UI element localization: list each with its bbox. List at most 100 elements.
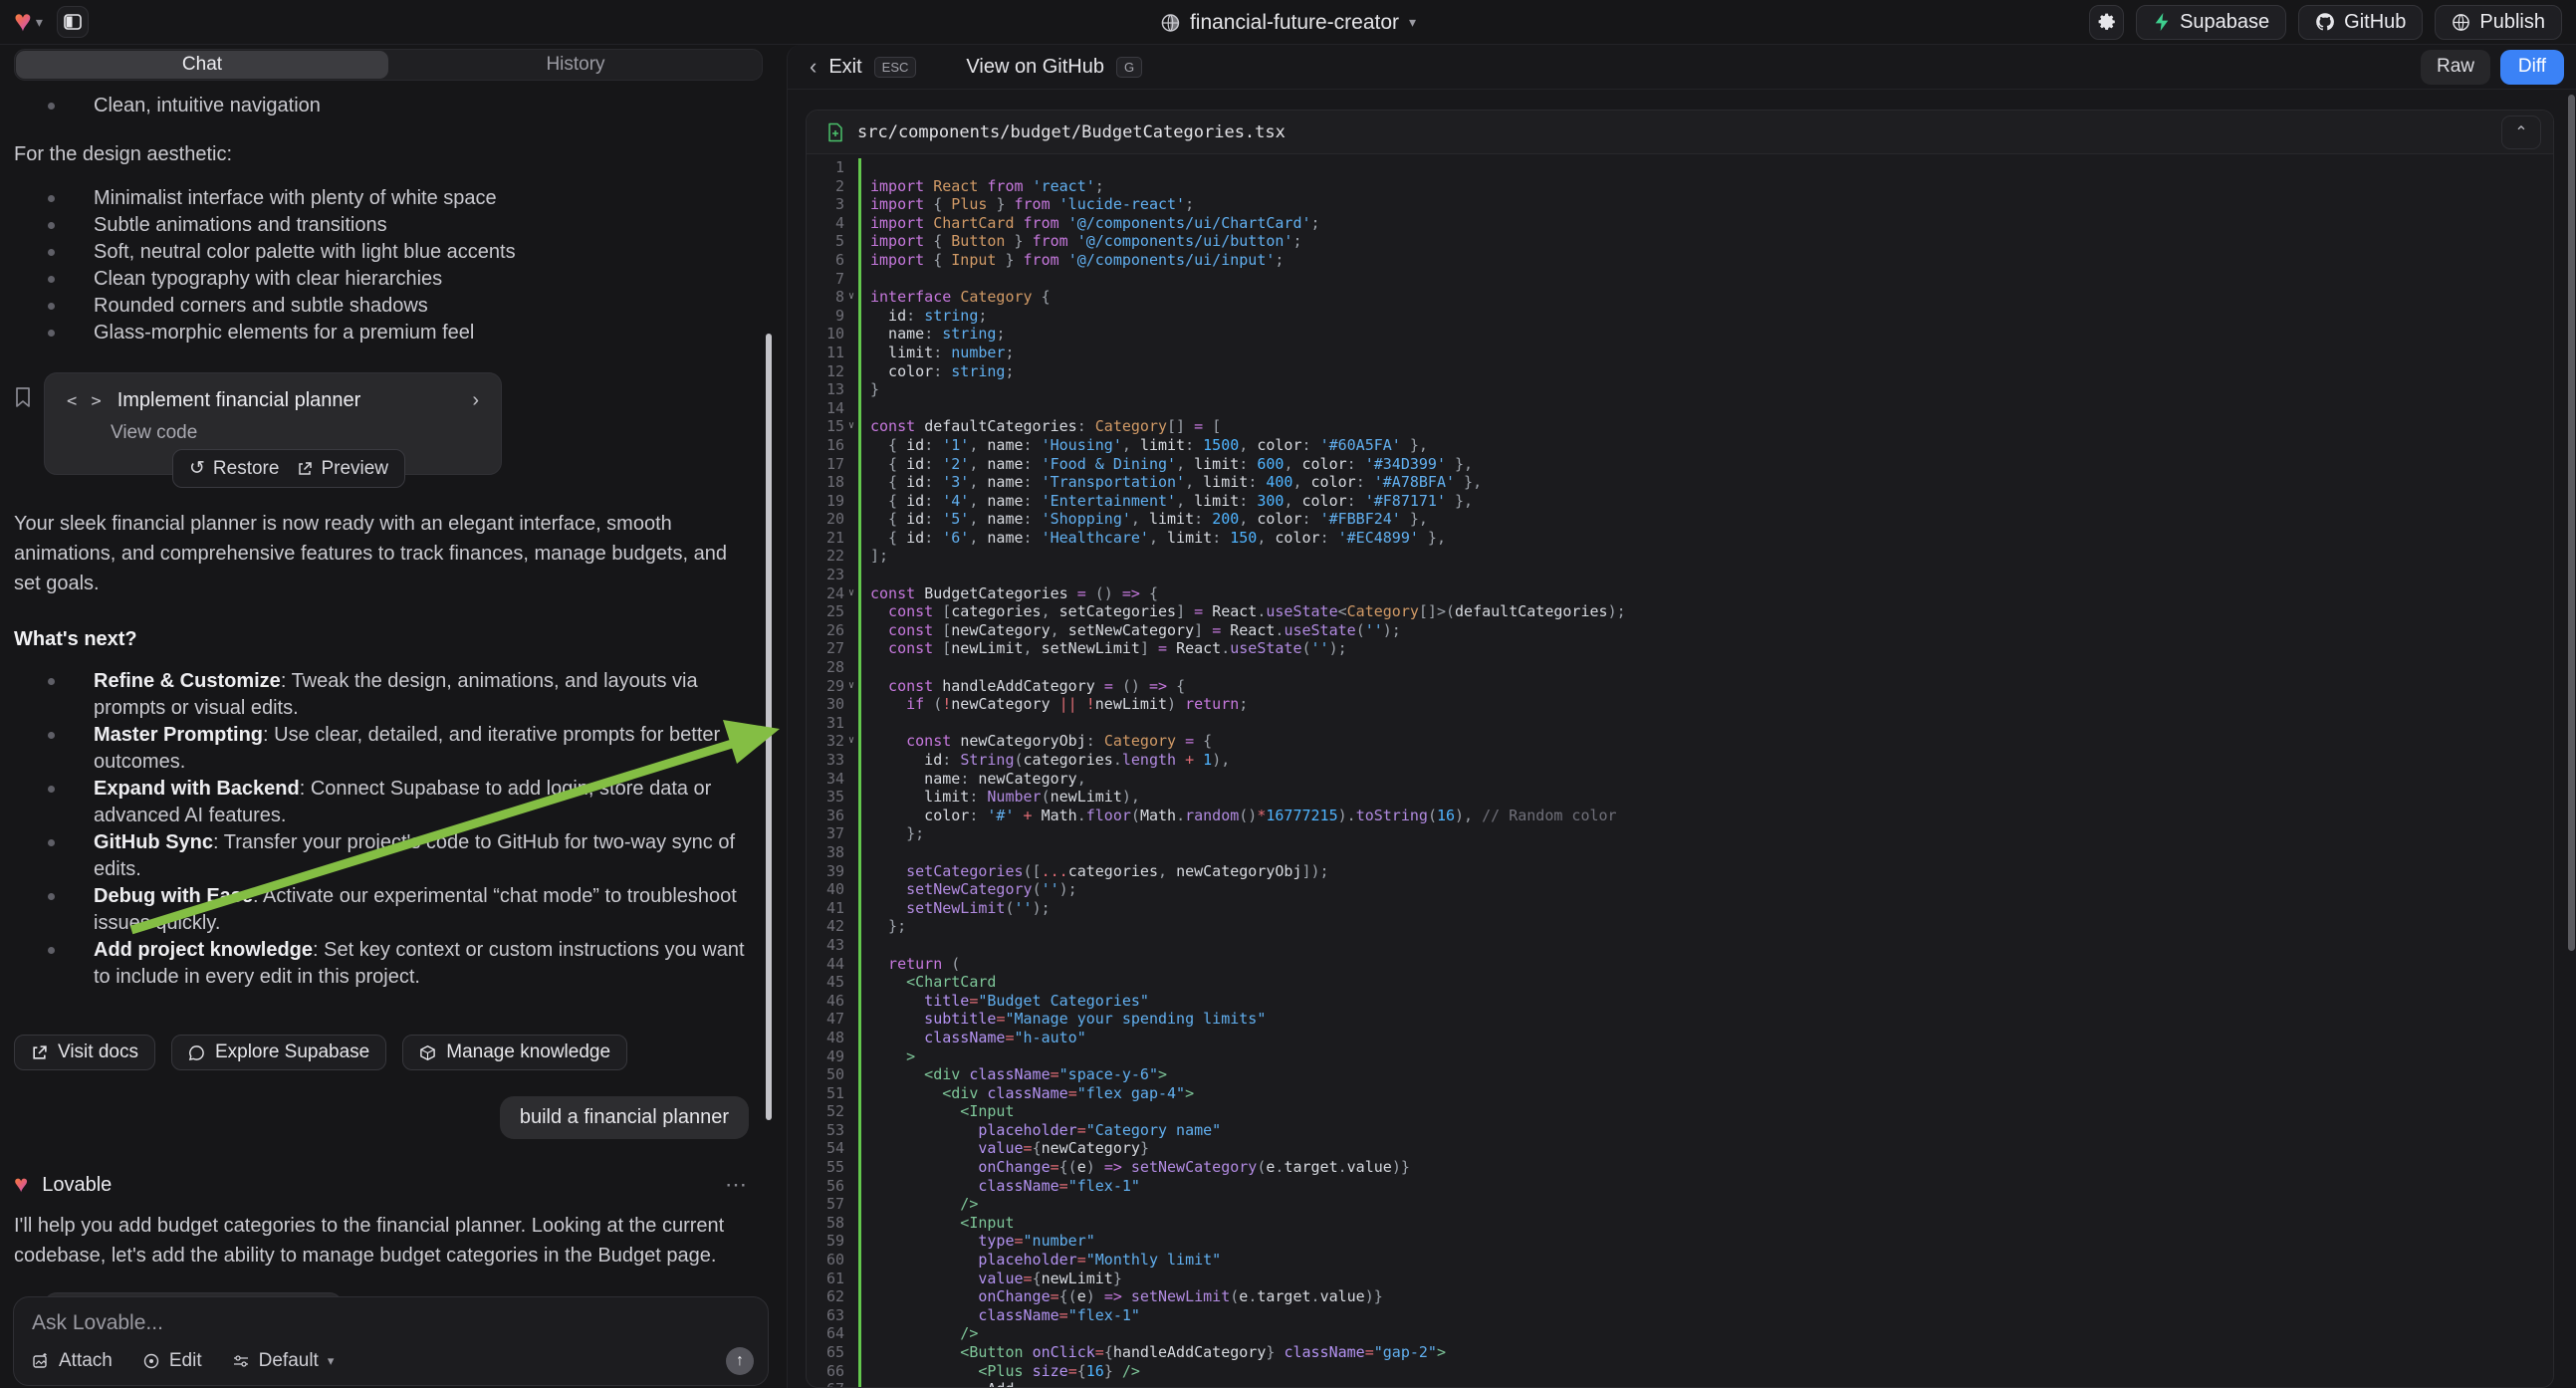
github-icon [2315,12,2335,32]
code-line: 63 className="flex-1" [807,1306,2553,1325]
whats-next-heading: What's next? [14,624,749,654]
target-icon [142,1352,160,1370]
attach-button[interactable]: Attach [32,1350,113,1372]
file-bar[interactable]: src/components/budget/BudgetCategories.t… [807,111,2553,154]
toggle-sidebar-button[interactable] [57,6,89,38]
panel-left-icon [63,12,83,32]
fold-toggle[interactable]: ∨ [844,288,858,307]
diff-toggle-button[interactable]: Diff [2500,50,2564,85]
settings-button[interactable] [2089,5,2124,40]
code-line: 47 subtitle="Manage your spending limits… [807,1010,2553,1029]
code-scrollbar[interactable] [2568,95,2575,951]
list-item: Master Prompting: Use clear, detailed, a… [14,722,749,776]
list-item: Rounded corners and subtle shadows [14,293,749,320]
code-line: 9 id: string; [807,307,2553,326]
fold-toggle[interactable]: ∨ [844,417,858,436]
list-item: Clean typography with clear hierarchies [14,266,749,293]
code-line: 21 { id: '6', name: 'Healthcare', limit:… [807,529,2553,548]
code-line: 42 }; [807,917,2553,936]
chevron-right-icon[interactable]: › [472,389,479,412]
visit-docs-button[interactable]: Visit docs [14,1035,155,1070]
chat-scrollbar[interactable] [766,334,772,1120]
code-line: 59 type="number" [807,1232,2553,1251]
exit-button[interactable]: Exit [828,56,861,79]
tab-history[interactable]: History [389,50,762,80]
code-line: 18 { id: '3', name: 'Transportation', li… [807,473,2553,492]
supabase-button[interactable]: Supabase [2136,5,2286,40]
view-on-github-button[interactable]: View on GitHub [966,56,1104,79]
chat-input-placeholder[interactable]: Ask Lovable... [32,1311,750,1335]
list-item: Minimalist interface with plenty of whit… [14,185,749,212]
code-line: 43 [807,936,2553,955]
send-button[interactable]: ↑ [726,1347,754,1375]
code-line: 28 [807,658,2553,677]
code-line: 52 <Input [807,1102,2553,1121]
chat-action-buttons: Visit docs Explore Supabase Manage knowl… [14,1035,749,1070]
version-card-implement-financial-planner[interactable]: < > Implement financial planner › View c… [44,372,502,475]
code-line: 14 [807,399,2553,418]
file-card: src/components/budget/BudgetCategories.t… [806,110,2554,1388]
code-line: 45 <ChartCard [807,973,2553,992]
g-key-hint: G [1116,57,1142,78]
list-item: GitHub Sync: Transfer your project's cod… [14,829,749,883]
code-line: 6import { Input } from '@/components/ui/… [807,251,2553,270]
chat-panel: Chat History Clean, intuitive navigation… [0,45,776,1388]
view-code-link[interactable]: View code [111,422,479,444]
topbar: ♥ ▾ financial-future-creator ▾ Supabase … [0,0,2576,45]
code-line: 32∨ const newCategoryObj: Category = { [807,732,2553,751]
logo-chevron-down-icon[interactable]: ▾ [36,14,43,31]
code-viewer-panel: ‹ Exit ESC View on GitHub G Raw Diff src… [787,45,2576,1388]
code-card-row-1: < > Implement financial planner › View c… [14,372,749,475]
list-item: Glass-morphic elements for a premium fee… [14,320,749,347]
code-line: 2import React from 'react'; [807,177,2553,196]
preview-button[interactable]: Preview [297,458,388,480]
restore-button[interactable]: ↺Restore [189,457,279,480]
assistant-header: ♥ Lovable ⋯ [14,1171,749,1199]
chevron-down-icon: ▾ [328,1353,335,1369]
code-line: 5import { Button } from '@/components/ui… [807,232,2553,251]
external-link-icon [31,1044,48,1061]
lovable-logo-heart-icon[interactable]: ♥ [14,7,32,37]
message-options-button[interactable]: ⋯ [725,1172,749,1198]
list-item: Refine & Customize: Tweak the design, an… [14,668,749,722]
fold-toggle[interactable]: ∨ [844,677,858,696]
explore-supabase-button[interactable]: Explore Supabase [171,1035,386,1070]
file-path: src/components/budget/BudgetCategories.t… [857,122,1286,142]
fold-toggle[interactable]: ∨ [844,732,858,751]
code-line: 11 limit: number; [807,344,2553,362]
manage-knowledge-button[interactable]: Manage knowledge [402,1035,627,1070]
code-line: 17 { id: '2', name: 'Food & Dining', lim… [807,455,2553,474]
code-line: 22]; [807,547,2553,566]
supabase-bolt-icon [2153,12,2171,32]
code-line: 20 { id: '5', name: 'Shopping', limit: 2… [807,510,2553,529]
code-line: 41 setNewLimit(''); [807,899,2553,918]
code-line: 23 [807,566,2553,584]
list-item: Clean, intuitive navigation [14,93,749,119]
chat-input-box[interactable]: Ask Lovable... Attach Edit Default ▾ ↑ [13,1296,769,1386]
user-message-1: build a financial planner [500,1096,749,1139]
code-line: 4import ChartCard from '@/components/ui/… [807,214,2553,233]
publish-button[interactable]: Publish [2435,5,2562,40]
package-icon [419,1044,436,1061]
code-icon: < > [67,391,104,411]
project-switcher[interactable]: financial-future-creator ▾ [1160,0,1416,45]
tab-chat[interactable]: Chat [16,51,388,79]
edit-button[interactable]: Edit [142,1350,202,1372]
chevron-left-icon: ‹ [810,54,817,80]
fold-toggle[interactable]: ∨ [844,584,858,603]
code-area[interactable]: 1 2import React from 'react';3import { P… [807,154,2553,1387]
code-line: 65 <Button onClick={handleAddCategory} c… [807,1343,2553,1362]
bookmark-icon[interactable] [14,386,32,408]
image-attach-icon [32,1352,50,1370]
gear-icon [2097,12,2117,32]
collapse-file-button[interactable]: ⌃ [2501,116,2541,149]
code-line: 39 setCategories([...categories, newCate… [807,862,2553,881]
raw-toggle-button[interactable]: Raw [2421,50,2490,85]
code-viewer-header: ‹ Exit ESC View on GitHub G Raw Diff [788,45,2576,90]
chat-scroll-area[interactable]: Clean, intuitive navigation For the desi… [0,85,763,1334]
mode-selector[interactable]: Default ▾ [232,1350,335,1372]
github-button[interactable]: GitHub [2298,5,2423,40]
code-line: 26 const [newCategory, setNewCategory] =… [807,621,2553,640]
code-line: 46 title="Budget Categories" [807,992,2553,1011]
globe-icon [1160,13,1180,33]
